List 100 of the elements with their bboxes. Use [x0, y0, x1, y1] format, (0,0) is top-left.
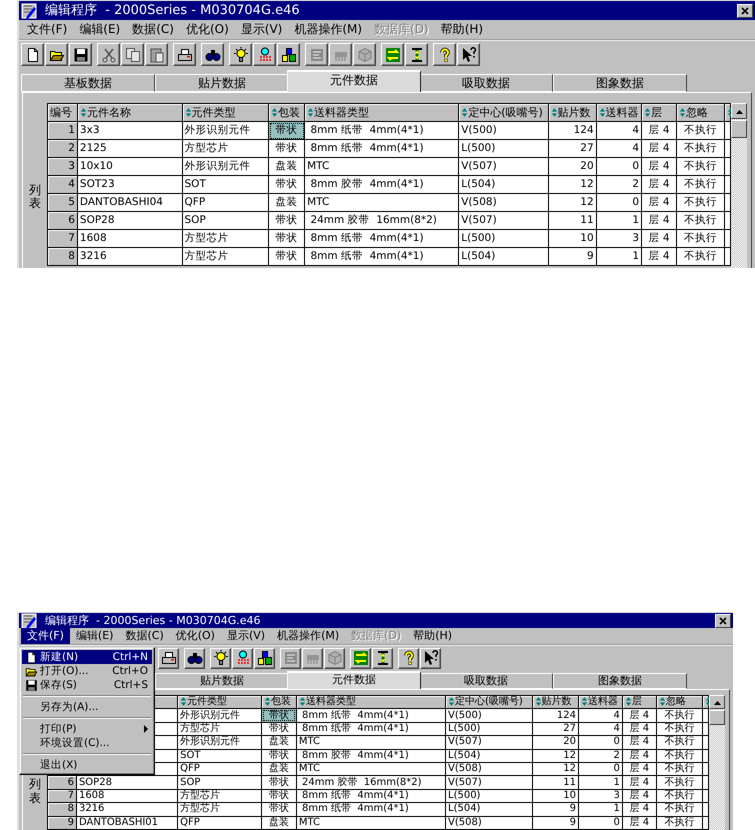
table-cell[interactable]: 带状 [268, 176, 305, 194]
toolbar-button[interactable] [420, 648, 441, 668]
column-header[interactable]: 包装 [268, 104, 305, 122]
toolbar-button[interactable] [21, 43, 44, 66]
toolbar-button[interactable] [254, 648, 275, 668]
tab[interactable]: 元件数据 [287, 70, 421, 92]
menu-item[interactable]: 退出(X) [22, 758, 152, 772]
toolbar-button[interactable] [232, 648, 253, 668]
column-header[interactable]: 忽略 [656, 696, 703, 709]
table-cell[interactable]: 盘装 [262, 762, 296, 776]
row-number[interactable]: 1 [48, 122, 78, 140]
toolbar-button[interactable] [253, 43, 276, 66]
table-cell[interactable]: 带状 [268, 230, 305, 248]
toolbar-button[interactable] [457, 43, 480, 66]
column-header[interactable]: 贴片数 [532, 696, 578, 709]
column-header[interactable]: 贴片数 [548, 104, 596, 122]
column-header[interactable]: 包装 [262, 696, 296, 709]
column-header[interactable]: 元件类型 [182, 104, 269, 122]
menu-item[interactable]: 机器操作(M) [288, 21, 368, 38]
table-cell[interactable]: 带状 [268, 122, 305, 140]
column-header[interactable]: 元件名称 [77, 104, 182, 122]
menu-item[interactable]: 文件(F) [21, 628, 70, 644]
column-header[interactable]: 层 [642, 104, 676, 122]
row-number[interactable]: 5 [48, 194, 78, 212]
scroll-up-button[interactable] [731, 103, 747, 119]
table-cell[interactable]: 带状 [262, 722, 296, 736]
table-cell[interactable]: 盘装 [262, 736, 296, 750]
table-cell[interactable]: 盘装 [268, 158, 305, 176]
menu-item[interactable]: 数据(C) [126, 21, 180, 38]
column-header[interactable]: 送料器类型 [304, 104, 459, 122]
row-number[interactable]: 8 [48, 248, 78, 266]
toolbar-button[interactable] [229, 43, 252, 66]
menu-item[interactable]: 显示(V) [220, 628, 272, 644]
toolbar-button[interactable] [433, 43, 456, 66]
tab[interactable]: 贴片数据 [155, 74, 289, 92]
toolbar-button[interactable] [184, 648, 205, 668]
toolbar-button[interactable] [158, 648, 179, 668]
tab[interactable]: 图象数据 [553, 74, 687, 92]
toolbar-button[interactable] [350, 648, 371, 668]
toolbar-button[interactable] [173, 43, 196, 66]
menu-item[interactable]: 数据(C) [119, 628, 170, 644]
column-header[interactable]: 层 [622, 696, 656, 709]
menu-item[interactable]: 另存为(A)... [22, 700, 152, 714]
row-number[interactable]: 6 [48, 212, 78, 230]
table-cell[interactable]: 带状 [262, 789, 296, 803]
menu-item[interactable]: 帮助(H) [407, 628, 458, 644]
row-number[interactable]: 4 [48, 176, 78, 194]
table-cell[interactable]: 带状 [268, 248, 305, 266]
table-cell[interactable]: 带状 [262, 749, 296, 762]
toolbar-button[interactable] [398, 648, 419, 668]
table-cell[interactable]: 盘装 [268, 194, 305, 212]
menu-item[interactable]: 打印(P) [22, 722, 152, 736]
table-cell[interactable]: 带状 [268, 212, 305, 230]
tab[interactable]: 图象数据 [553, 673, 687, 689]
column-header[interactable]: 定中心(吸嘴号) [446, 696, 532, 709]
tab[interactable]: 吸取数据 [419, 673, 553, 689]
row-number[interactable]: 6 [48, 776, 76, 790]
scroll-up-button[interactable] [709, 695, 725, 709]
column-header[interactable]: 送料器类型 [296, 696, 446, 709]
column-header[interactable]: 定中心(吸嘴号) [458, 104, 548, 122]
toolbar-button[interactable] [69, 43, 92, 66]
menu-item[interactable]: 文件(F) [21, 21, 74, 38]
tab[interactable]: 吸取数据 [419, 74, 553, 92]
table-cell[interactable]: 带状 [262, 776, 296, 790]
menu-item[interactable]: 环境设置(C)... [22, 736, 152, 750]
toolbar-button[interactable] [210, 648, 231, 668]
row-number[interactable]: 7 [48, 789, 76, 803]
menu-item[interactable]: 打开(O)... Ctrl+O [22, 664, 152, 678]
table-cell[interactable]: 带状 [268, 140, 305, 158]
row-number[interactable]: 7 [48, 230, 78, 248]
scrollbar-thumb[interactable] [731, 120, 747, 138]
table-cell[interactable]: 带状 [262, 708, 296, 722]
tab[interactable]: 贴片数据 [155, 673, 289, 689]
toolbar-button[interactable] [372, 648, 393, 668]
toolbar-button[interactable] [405, 43, 428, 66]
toolbar-button[interactable] [381, 43, 404, 66]
menu-item[interactable]: 保存(S) Ctrl+S [22, 678, 152, 692]
row-number[interactable]: 3 [48, 158, 78, 176]
table-cell[interactable]: 盘装 [262, 816, 296, 830]
toolbar-button[interactable] [45, 43, 68, 66]
toolbar-button[interactable] [201, 43, 224, 66]
column-header[interactable]: 送料器 [596, 104, 642, 122]
tab[interactable]: 基板数据 [21, 74, 155, 92]
row-number[interactable]: 8 [48, 802, 76, 816]
menu-item[interactable]: 显示(V) [234, 21, 288, 38]
column-header[interactable]: 送料器 [578, 696, 622, 709]
column-header[interactable]: 忽略 [676, 104, 724, 122]
toolbar-button[interactable] [277, 43, 300, 66]
table-cell[interactable]: 带状 [262, 802, 296, 816]
column-header[interactable]: 编号 [48, 104, 78, 122]
scrollbar-thumb[interactable] [709, 710, 725, 725]
menu-item[interactable]: 编辑(E) [73, 21, 126, 38]
menu-item[interactable]: 新建(N) Ctrl+N [22, 650, 152, 664]
column-header[interactable]: 元件类型 [178, 696, 262, 709]
menu-item[interactable]: 帮助(H) [434, 21, 490, 38]
close-button[interactable] [715, 614, 731, 628]
menu-item[interactable]: 机器操作(M) [271, 628, 346, 644]
menu-item[interactable]: 优化(O) [170, 628, 221, 644]
tab[interactable]: 元件数据 [287, 671, 421, 689]
scrollbar[interactable] [731, 103, 747, 268]
